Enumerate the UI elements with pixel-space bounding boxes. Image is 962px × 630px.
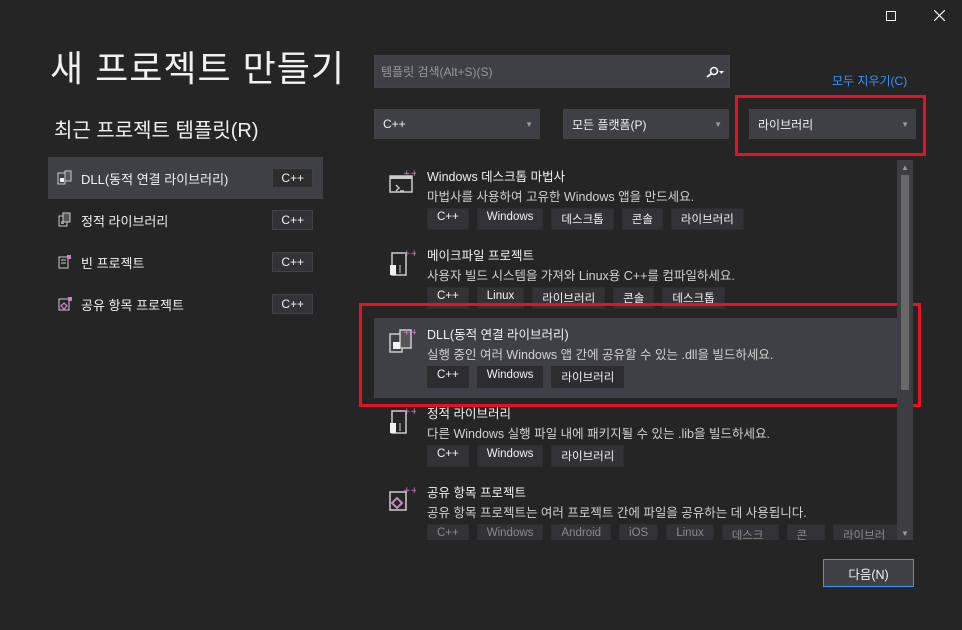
template-tag: Linux xyxy=(666,524,714,540)
static-lib-icon xyxy=(57,212,73,228)
recent-item-label: DLL(동적 연결 라이브러리) xyxy=(81,171,229,187)
template-tag: 라이브러리 xyxy=(670,208,744,230)
platform-filter-dropdown[interactable]: 모든 플랫폼(P) ▼ xyxy=(563,109,729,139)
svg-text:++: ++ xyxy=(403,249,416,259)
empty-project-icon xyxy=(57,254,73,270)
svg-text:++: ++ xyxy=(403,486,416,496)
template-tag: Windows xyxy=(476,208,544,230)
template-tag: 데스크톱 xyxy=(721,524,779,540)
template-tag: C++ xyxy=(427,208,469,230)
recent-item-label: 공유 항목 프로젝트 xyxy=(81,297,184,313)
template-tag: 데스크톱 xyxy=(551,208,614,230)
recent-item-tag: C++ xyxy=(272,168,313,188)
maximize-button[interactable] xyxy=(876,2,906,32)
language-filter-dropdown[interactable]: C++ ▼ xyxy=(374,109,540,139)
template-tag: 콘솔 xyxy=(786,524,825,540)
close-button[interactable] xyxy=(924,2,954,32)
template-tag: C++ xyxy=(427,445,469,467)
template-description: 마법사를 사용하여 고유한 Windows 앱을 만드세요. xyxy=(427,190,695,204)
template-tag: 라이브러리 xyxy=(551,445,625,467)
svg-text:++: ++ xyxy=(403,169,416,179)
recent-item-empty-project[interactable]: 빈 프로젝트 C++ xyxy=(48,241,323,283)
windows-desktop-wizard-icon: ++ xyxy=(386,168,418,198)
scroll-up-icon[interactable]: ▲ xyxy=(897,160,913,174)
template-search-box[interactable]: 템플릿 검색(Alt+S)(S) xyxy=(374,55,730,88)
chevron-down-icon: ▼ xyxy=(525,119,533,129)
recent-item-tag: C++ xyxy=(272,210,313,230)
template-description: 사용자 빌드 시스템을 가져와 Linux용 C++를 컴파일하세요. xyxy=(427,269,735,283)
template-tags: C++ Windows 라이브러리 xyxy=(427,445,625,467)
scroll-down-icon[interactable]: ▼ xyxy=(897,526,913,540)
svg-text:++: ++ xyxy=(403,407,416,417)
recent-item-dll[interactable]: DLL(동적 연결 라이브러리) C++ xyxy=(48,157,323,199)
platform-filter-value: 모든 플랫폼(P) xyxy=(572,117,647,132)
language-filter-value: C++ xyxy=(383,117,406,131)
recent-item-tag: C++ xyxy=(272,294,313,314)
template-item-shared-items-project[interactable]: ++ 공유 항목 프로젝트 공유 항목 프로젝트는 여러 프로젝트 간에 파일을… xyxy=(374,476,899,540)
shared-items-icon: ++ xyxy=(386,484,418,514)
recent-item-shared-items[interactable]: 공유 항목 프로젝트 C++ xyxy=(48,283,323,325)
template-tag: C++ xyxy=(427,524,469,540)
search-input[interactable]: 템플릿 검색(Alt+S)(S) xyxy=(381,63,701,80)
recent-item-label: 정적 라이브러리 xyxy=(81,213,169,229)
highlight-box-dll-template xyxy=(359,303,921,407)
dll-icon xyxy=(57,170,73,186)
template-name: 메이크파일 프로젝트 xyxy=(427,249,534,263)
template-item-static-library[interactable]: ++ 정적 라이브러리 다른 Windows 실행 파일 내에 패키지될 수 있… xyxy=(374,397,899,477)
recent-item-label: 빈 프로젝트 xyxy=(81,255,145,271)
recent-templates-title: 최근 프로젝트 템플릿(R) xyxy=(54,120,259,142)
template-tag: 라이브러리 xyxy=(832,524,899,540)
chevron-down-icon: ▼ xyxy=(714,119,722,129)
template-tag: Android xyxy=(551,524,612,540)
clear-all-link[interactable]: 모두 지우기(C) xyxy=(832,72,907,89)
template-tag: Windows xyxy=(476,524,544,540)
template-name: 공유 항목 프로젝트 xyxy=(427,486,526,500)
template-description: 다른 Windows 실행 파일 내에 패키지될 수 있는 .lib을 빌드하세… xyxy=(427,427,770,441)
next-button[interactable]: 다음(N) xyxy=(823,559,914,587)
template-tag: Windows xyxy=(476,445,544,467)
template-description: 공유 항목 프로젝트는 여러 프로젝트 간에 파일을 공유하는 데 사용됩니다. xyxy=(427,506,807,520)
template-tag: 콘솔 xyxy=(621,208,663,230)
shared-items-icon xyxy=(57,296,73,312)
template-item-windows-desktop-wizard[interactable]: ++ Windows 데스크톱 마법사 마법사를 사용하여 고유한 Window… xyxy=(374,160,899,240)
makefile-project-icon: ++ xyxy=(386,247,418,277)
highlight-box-type-filter xyxy=(735,95,926,156)
template-name: Windows 데스크톱 마법사 xyxy=(427,170,566,184)
recent-item-tag: C++ xyxy=(272,252,313,272)
template-tags: C++ Windows Android iOS Linux 데스크톱 콘솔 라이… xyxy=(427,524,899,540)
static-lib-icon: ++ xyxy=(386,405,418,435)
search-icon[interactable] xyxy=(701,56,729,87)
maximize-icon xyxy=(886,8,896,26)
scrollbar-thumb[interactable] xyxy=(901,175,909,390)
close-icon xyxy=(933,8,945,26)
recent-item-static-lib[interactable]: 정적 라이브러리 C++ xyxy=(48,199,323,241)
template-tags: C++ Windows 데스크톱 콘솔 라이브러리 xyxy=(427,208,744,230)
template-tag: iOS xyxy=(619,524,659,540)
page-title: 새 프로젝트 만들기 xyxy=(50,48,345,89)
